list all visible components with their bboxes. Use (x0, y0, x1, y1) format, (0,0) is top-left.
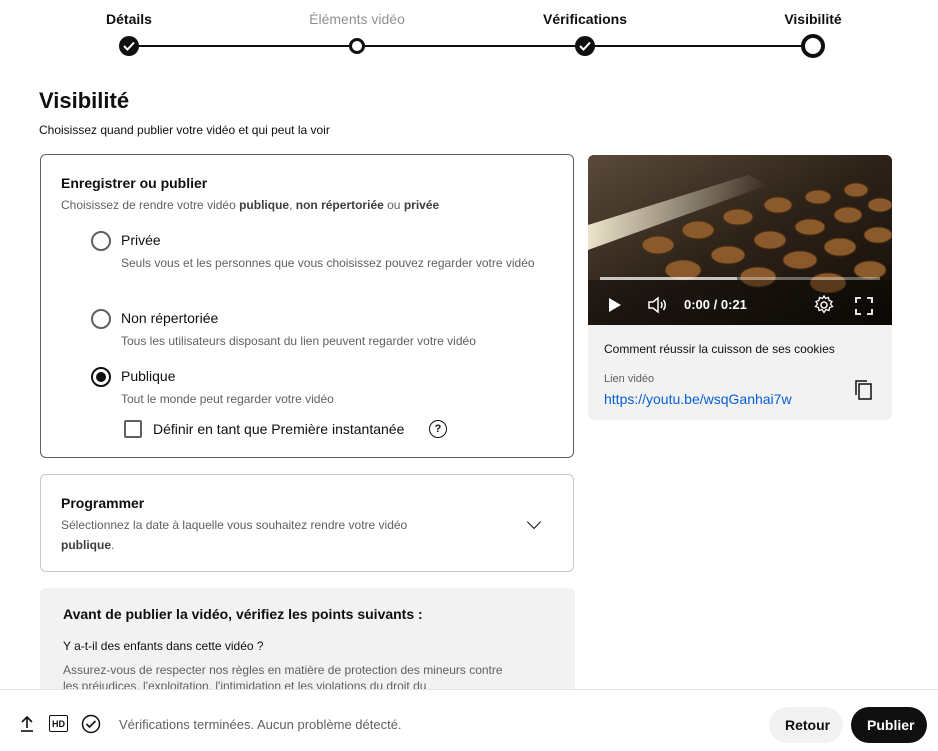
step-details-check-icon[interactable] (119, 36, 139, 56)
unlisted-radio[interactable] (91, 309, 111, 329)
premiere-checkbox[interactable] (124, 420, 142, 438)
checks-status: Vérifications terminées. Aucun problème … (119, 717, 402, 732)
save-or-publish-title: Enregistrer ou publier (61, 175, 208, 191)
footer-bar: HD Vérifications terminées. Aucun problè… (0, 689, 938, 751)
unlisted-label[interactable]: Non répertoriée (121, 310, 218, 326)
save-or-publish-card: Enregistrer ou publier Choisissez de ren… (40, 154, 574, 458)
schedule-desc: Sélectionnez la date à laquelle vous sou… (61, 518, 408, 552)
volume-icon[interactable] (647, 295, 669, 315)
publish-button[interactable]: Publier (851, 707, 927, 743)
step-checks-label[interactable]: Vérifications (543, 11, 627, 27)
play-icon[interactable] (608, 297, 622, 313)
video-link[interactable]: https://youtu.be/wsqGanhai7w (604, 391, 792, 407)
save-or-publish-desc: Choisissez de rendre votre vidéo publiqu… (61, 198, 440, 212)
gear-icon[interactable] (813, 294, 835, 316)
step-visibility-dot[interactable] (801, 34, 825, 58)
video-title: Comment réussir la cuisson de ses cookie… (604, 342, 835, 356)
page-subtitle: Choisissez quand publier votre vidéo et … (39, 123, 330, 137)
private-help: Seuls vous et les personnes que vous cho… (121, 256, 535, 270)
checks-done-icon[interactable] (81, 714, 101, 734)
hd-icon[interactable]: HD (49, 715, 68, 732)
step-visibility-label[interactable]: Visibilité (784, 11, 841, 27)
private-radio[interactable] (91, 231, 111, 251)
video-time: 0:00 / 0:21 (684, 297, 747, 312)
step-video-elements-label[interactable]: Éléments vidéo (309, 11, 405, 27)
video-progress-fill (600, 277, 738, 280)
stepper-line (129, 45, 813, 47)
checklist-question: Y a-t-il des enfants dans cette vidéo ? (63, 639, 264, 653)
chevron-down-icon[interactable] (526, 514, 542, 530)
step-video-elements-dot[interactable] (349, 38, 365, 54)
public-label[interactable]: Publique (121, 368, 176, 384)
schedule-title: Programmer (61, 495, 145, 511)
fullscreen-icon[interactable] (855, 297, 873, 315)
private-label[interactable]: Privée (121, 232, 161, 248)
help-icon[interactable]: ? (429, 420, 447, 438)
unlisted-help: Tous les utilisateurs disposant du lien … (121, 334, 476, 348)
copy-icon[interactable] (854, 379, 874, 401)
back-button[interactable]: Retour (769, 707, 843, 743)
public-radio[interactable] (91, 367, 111, 387)
step-checks-check-icon[interactable] (575, 36, 595, 56)
premiere-checkbox-label[interactable]: Définir en tant que Première instantanée (153, 421, 404, 437)
video-preview-panel: 0:00 / 0:21 Comment réussir la cuisson d… (588, 155, 892, 420)
schedule-card[interactable]: Programmer Sélectionnez la date à laquel… (40, 474, 574, 572)
step-details-label[interactable]: Détails (106, 11, 152, 27)
video-link-label: Lien vidéo (604, 373, 655, 385)
stepper: Détails Éléments vidéo Vérifications Vis… (0, 0, 938, 64)
upload-icon[interactable] (19, 715, 35, 733)
video-progress-bar[interactable] (600, 277, 880, 280)
page-title: Visibilité (39, 88, 130, 113)
video-player[interactable]: 0:00 / 0:21 (588, 155, 892, 325)
checklist-title: Avant de publier la vidéo, vérifiez les … (63, 606, 423, 622)
public-help: Tout le monde peut regarder votre vidéo (121, 392, 334, 406)
video-controls: 0:00 / 0:21 (588, 287, 892, 323)
